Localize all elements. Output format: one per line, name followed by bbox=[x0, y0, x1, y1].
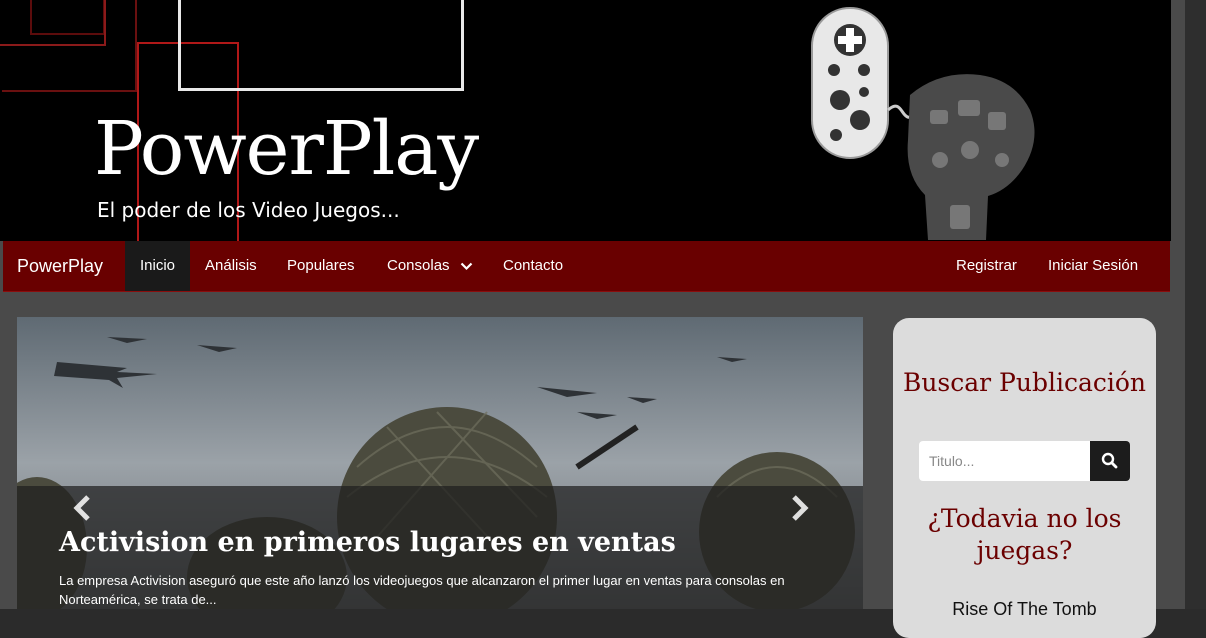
chevron-left-icon[interactable] bbox=[69, 493, 99, 523]
nav-item-consolas-label: Consolas bbox=[387, 257, 450, 274]
game-list-item[interactable]: Rise Of The Tomb bbox=[893, 599, 1156, 620]
nav-item-contacto[interactable]: Contacto bbox=[488, 241, 578, 291]
carousel-slide-title[interactable]: Activision en primeros lugares en ventas bbox=[59, 527, 676, 558]
main-navbar: PowerPlay Inicio Análisis Populares Cons… bbox=[3, 241, 1170, 292]
scrollbar[interactable] bbox=[1171, 0, 1206, 609]
page: PowerPlay El poder de los Video Juegos..… bbox=[0, 0, 1171, 638]
search-heading: Buscar Publicación bbox=[902, 368, 1147, 397]
promo-heading: ¿Todavia no los juegas? bbox=[927, 504, 1122, 565]
nav-item-inicio[interactable]: Inicio bbox=[125, 241, 191, 291]
scrollbar-thumb[interactable] bbox=[1171, 0, 1185, 609]
chevron-right-icon[interactable] bbox=[783, 493, 813, 523]
nav-item-consolas[interactable]: Consolas bbox=[372, 241, 488, 291]
nav-item-registrar[interactable]: Registrar bbox=[941, 241, 1032, 291]
search-button[interactable] bbox=[1090, 441, 1130, 481]
search-input[interactable] bbox=[919, 441, 1091, 481]
banner-decor-square bbox=[178, 0, 464, 91]
header-banner: PowerPlay El poder de los Video Juegos..… bbox=[0, 0, 1171, 241]
navbar-brand[interactable]: PowerPlay bbox=[17, 241, 103, 291]
logo-title: PowerPlay bbox=[94, 106, 479, 192]
nav-item-analisis[interactable]: Análisis bbox=[190, 241, 272, 291]
nav-item-iniciar-sesion[interactable]: Iniciar Sesión bbox=[1033, 241, 1153, 291]
banner-decor-square bbox=[2, 0, 137, 92]
search-icon bbox=[1101, 452, 1118, 469]
logo-subtitle: El poder de los Video Juegos... bbox=[97, 198, 400, 222]
sidebar-panel: Buscar Publicación ¿Todavia no los juega… bbox=[893, 318, 1156, 638]
carousel-slide-description: La empresa Activision aseguró que este a… bbox=[59, 573, 785, 607]
chevron-down-icon bbox=[460, 262, 472, 270]
nav-item-populares[interactable]: Populares bbox=[272, 241, 370, 291]
controller-fist-illustration bbox=[811, 7, 1035, 240]
featured-carousel[interactable]: Activision en primeros lugares en ventas… bbox=[17, 317, 863, 609]
